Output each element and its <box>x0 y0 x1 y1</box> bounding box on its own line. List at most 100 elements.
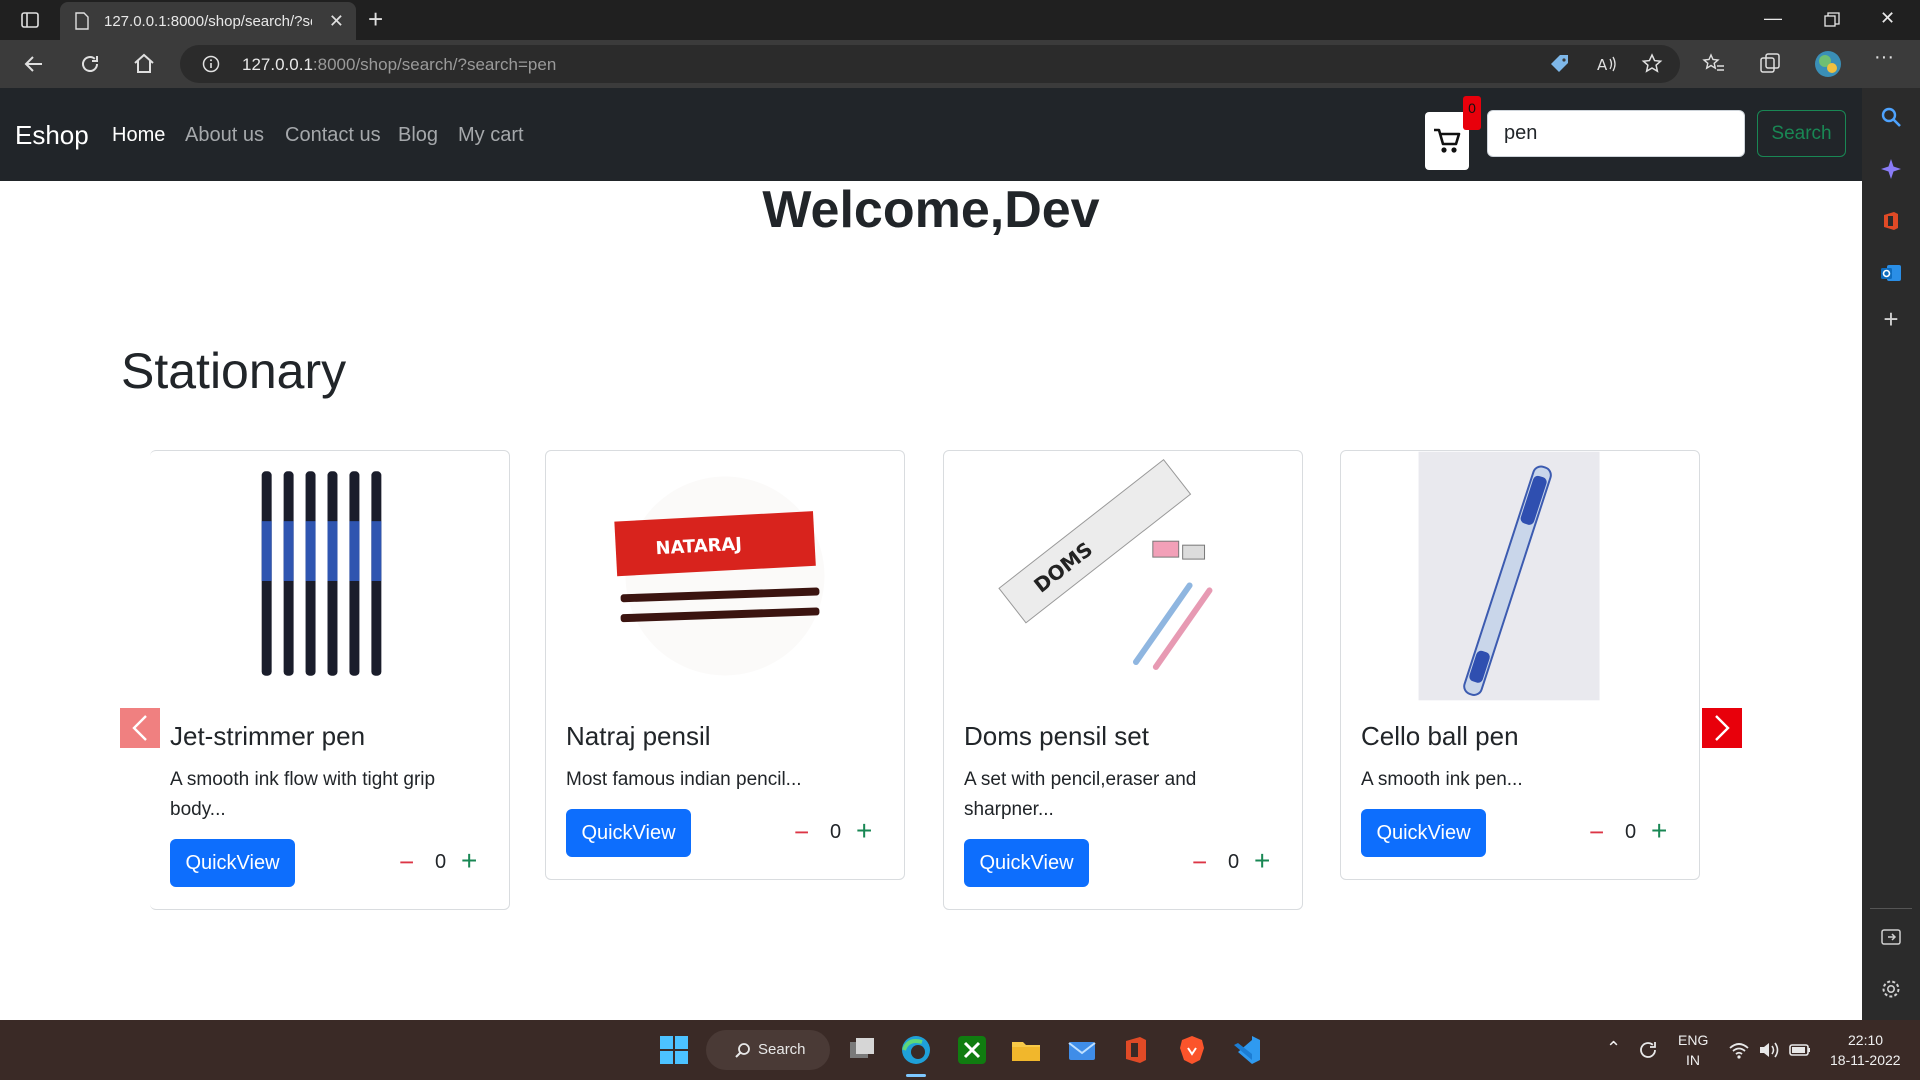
back-icon[interactable] <box>22 52 46 76</box>
quantity-value: 0 <box>1625 821 1637 843</box>
chevron-left-icon <box>132 715 147 741</box>
battery-icon[interactable] <box>1788 1039 1812 1061</box>
quantity-value: 0 <box>435 851 447 873</box>
brave-browser-icon[interactable] <box>1176 1034 1208 1066</box>
chevron-right-icon <box>1715 715 1730 741</box>
category-heading: Stationary <box>121 343 347 399</box>
minimize-window-button[interactable]: — <box>1764 8 1782 29</box>
outlook-icon[interactable] <box>1880 262 1902 284</box>
edge-sidebar: + <box>1862 88 1920 1020</box>
profile-avatar-icon[interactable] <box>1814 50 1842 78</box>
decrease-quantity-button[interactable]: − <box>794 819 809 845</box>
search-button[interactable]: Search <box>1757 110 1846 157</box>
quantity-stepper: − 0 + <box>1589 817 1679 849</box>
quickview-button[interactable]: QuickView <box>170 839 295 887</box>
task-view-icon[interactable] <box>846 1034 878 1066</box>
office-icon[interactable] <box>1120 1034 1152 1066</box>
nav-link-blog[interactable]: Blog <box>398 124 438 147</box>
search-input[interactable] <box>1487 110 1745 157</box>
read-aloud-icon[interactable]: A <box>1594 52 1618 76</box>
browser-tab[interactable]: 127.0.0.1:8000/shop/search/?search=pen ✕ <box>60 2 356 40</box>
sync-icon[interactable] <box>1636 1038 1660 1062</box>
taskbar-search-label: Search <box>758 1041 806 1058</box>
quantity-value: 0 <box>830 821 842 843</box>
tab-title: 127.0.0.1:8000/shop/search/?search=pen <box>104 13 312 30</box>
product-card: NATARAJ Natraj pensil Most famous indian… <box>545 450 905 880</box>
product-title: Doms pensil set <box>964 721 1149 751</box>
product-card: Cello ball pen A smooth ink pen... Quick… <box>1340 450 1700 880</box>
close-tab-icon[interactable]: ✕ <box>329 12 344 30</box>
hide-sidebar-icon[interactable] <box>1880 926 1902 948</box>
increase-quantity-button[interactable]: + <box>1651 817 1667 845</box>
tab-actions-icon[interactable] <box>20 10 40 30</box>
copilot-sparkle-icon[interactable] <box>1880 158 1902 180</box>
nav-link-about[interactable]: About us <box>185 124 264 147</box>
quickview-button[interactable]: QuickView <box>566 809 691 857</box>
product-card: DOMS Doms pensil set A set with pencil,e… <box>943 450 1303 910</box>
product-card: Jet-strimmer pen A smooth ink flow with … <box>150 450 510 910</box>
close-window-button[interactable]: ✕ <box>1880 8 1895 29</box>
add-sidebar-app-icon[interactable]: + <box>1880 306 1902 332</box>
search-icon <box>735 1043 750 1058</box>
decrease-quantity-button[interactable]: − <box>1192 849 1207 875</box>
increase-quantity-button[interactable]: + <box>1254 847 1270 875</box>
vscode-icon[interactable] <box>1230 1034 1262 1066</box>
product-title: Natraj pensil <box>566 721 711 751</box>
product-description: A smooth ink pen... <box>1361 769 1523 790</box>
clock-time[interactable]: 22:10 <box>1848 1032 1883 1048</box>
mail-icon[interactable] <box>1066 1034 1098 1066</box>
info-icon[interactable] <box>202 55 220 73</box>
product-description: Most famous indian pencil... <box>566 769 802 790</box>
taskbar-search[interactable]: Search <box>706 1030 830 1070</box>
site-brand[interactable]: Eshop <box>15 120 89 151</box>
settings-gear-icon[interactable] <box>1880 978 1902 1000</box>
decrease-quantity-button[interactable]: − <box>399 849 414 875</box>
refresh-icon[interactable] <box>78 52 102 76</box>
add-favorite-icon[interactable] <box>1640 52 1664 76</box>
cart-count-badge: 0 <box>1463 96 1481 130</box>
active-app-indicator <box>906 1074 926 1077</box>
wifi-icon[interactable] <box>1728 1039 1750 1061</box>
search-icon[interactable] <box>1880 106 1902 128</box>
quantity-stepper: − 0 + <box>1192 847 1282 879</box>
quantity-value: 0 <box>1228 851 1240 873</box>
volume-icon[interactable] <box>1758 1039 1780 1061</box>
edge-browser-icon[interactable] <box>900 1034 932 1066</box>
nav-link-contact[interactable]: Contact us <box>285 124 381 147</box>
office-icon[interactable] <box>1880 210 1902 232</box>
quickview-button[interactable]: QuickView <box>1361 809 1486 857</box>
clock-date[interactable]: 18-11-2022 <box>1830 1052 1901 1068</box>
nav-link-home[interactable]: Home <box>112 124 165 147</box>
carousel-prev-button[interactable] <box>120 708 160 748</box>
browser-address-bar: 127.0.0.1:8000/shop/search/?search=pen A… <box>0 40 1920 88</box>
xbox-icon[interactable] <box>956 1034 988 1066</box>
home-icon[interactable] <box>132 52 156 76</box>
page-icon <box>75 12 89 30</box>
coupon-tag-icon[interactable] <box>1548 52 1572 76</box>
quantity-stepper: − 0 + <box>794 817 884 849</box>
windows-start-icon[interactable] <box>658 1034 690 1066</box>
sidebar-divider <box>1870 908 1912 909</box>
new-tab-button[interactable]: + <box>368 6 383 32</box>
url-field[interactable]: 127.0.0.1:8000/shop/search/?search=pen <box>180 45 1680 83</box>
nav-link-my-cart[interactable]: My cart <box>458 124 524 147</box>
decrease-quantity-button[interactable]: − <box>1589 819 1604 845</box>
increase-quantity-button[interactable]: + <box>856 817 872 845</box>
more-options-icon[interactable]: ··· <box>1874 46 1898 70</box>
product-title: Cello ball pen <box>1361 721 1519 751</box>
language-indicator[interactable]: ENG <box>1678 1032 1708 1048</box>
favorites-icon[interactable] <box>1702 52 1726 76</box>
increase-quantity-button[interactable]: + <box>461 847 477 875</box>
welcome-heading: Welcome,Dev <box>762 181 1100 239</box>
browser-tab-bar: 127.0.0.1:8000/shop/search/?search=pen ✕… <box>0 0 1920 40</box>
pens-icon <box>261 471 382 676</box>
collections-icon[interactable] <box>1758 52 1782 76</box>
restore-window-button[interactable] <box>1824 12 1840 28</box>
ball-pen-icon <box>1418 451 1600 701</box>
carousel-next-button[interactable] <box>1702 708 1742 748</box>
show-hidden-icons-icon[interactable]: ⌃ <box>1606 1038 1621 1059</box>
product-title: Jet-strimmer pen <box>170 721 366 751</box>
cart-icon <box>1434 128 1461 153</box>
quickview-button[interactable]: QuickView <box>964 839 1089 887</box>
file-explorer-icon[interactable] <box>1010 1034 1042 1066</box>
